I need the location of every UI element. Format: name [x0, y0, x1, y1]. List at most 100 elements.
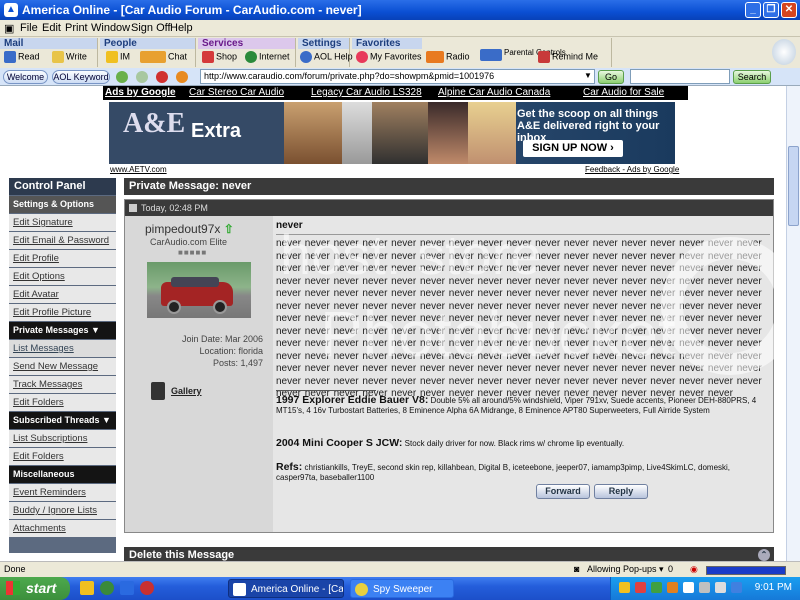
ad-link[interactable]: Alpine Car Audio Canada — [438, 87, 550, 98]
send-new-message-link[interactable]: Send New Message — [9, 358, 116, 375]
menu-icon[interactable]: ▣ — [4, 22, 14, 35]
ads-by-google-label[interactable]: Ads by Google — [105, 87, 176, 98]
track-messages-link[interactable]: Track Messages — [9, 376, 116, 393]
internet-button[interactable]: Internet — [245, 51, 290, 66]
quick-launch-ie-icon[interactable] — [100, 581, 114, 595]
restore-button[interactable]: ❐ — [763, 2, 779, 18]
edit-subscription-folders-link[interactable]: Edit Folders — [9, 448, 116, 465]
section-subscribed-threads[interactable]: Subscribed Threads ▼ — [9, 412, 116, 429]
reply-button[interactable]: Reply — [594, 484, 648, 499]
tray-icon[interactable] — [667, 582, 678, 593]
section-miscellaneous[interactable]: Miscellaneous — [9, 466, 116, 483]
username-link[interactable]: pimpedout97x ⇧ — [145, 222, 234, 236]
chevron-down-icon[interactable]: ▼ — [584, 71, 592, 80]
aol-help-button[interactable]: AOL Help — [300, 51, 353, 66]
task-label: Spy Sweeper — [373, 584, 433, 595]
read-label: Read — [18, 51, 40, 62]
ad-link[interactable]: Car Audio for Sale — [583, 87, 664, 98]
forward-button[interactable]: Forward — [536, 484, 590, 499]
tray-icon[interactable] — [699, 582, 710, 593]
address-input[interactable]: http://www.caraudio.com/forum/private.ph… — [200, 69, 595, 84]
radio-button[interactable]: Radio — [426, 51, 470, 66]
edit-signature-link[interactable]: Edit Signature — [9, 214, 116, 231]
forward-icon[interactable] — [136, 71, 148, 83]
sign-up-button[interactable]: SIGN UP NOW › — [523, 140, 623, 157]
vertical-scrollbar[interactable] — [786, 86, 800, 561]
refresh-icon[interactable] — [176, 71, 188, 83]
back-icon[interactable] — [116, 71, 128, 83]
control-panel: Control Panel Settings & Options Edit Si… — [9, 178, 116, 553]
collapse-icon[interactable]: ⌃ — [758, 549, 770, 561]
close-button[interactable]: ✕ — [781, 2, 797, 18]
search-input[interactable] — [630, 69, 730, 84]
ae-banner-ad[interactable]: A&E Extra Get the scoop on all things A&… — [109, 102, 675, 164]
quick-launch-icon[interactable] — [120, 581, 134, 595]
scrollbar-thumb[interactable] — [788, 146, 799, 226]
clock[interactable]: 9:01 PM — [755, 582, 792, 593]
list-subscriptions-link[interactable]: List Subscriptions — [9, 430, 116, 447]
edit-profile-picture-link[interactable]: Edit Profile Picture — [9, 304, 116, 321]
parental-controls-button[interactable]: Parental Controls — [480, 49, 566, 64]
quick-launch-icon[interactable] — [140, 581, 154, 595]
welcome-button[interactable]: Welcome — [3, 70, 48, 84]
gallery-link[interactable]: Gallery — [151, 382, 202, 400]
buddy-ignore-lists-link[interactable]: Buddy / Ignore Lists — [9, 502, 116, 519]
toolbar-group-label[interactable]: Mail — [0, 38, 97, 49]
remind-me-button[interactable]: Remind Me — [538, 51, 598, 66]
toolbar-group-label[interactable]: Favorites — [352, 38, 422, 49]
aol-keyword-button[interactable]: AOL Keyword — [52, 70, 110, 84]
read-mail-button[interactable]: Read — [4, 51, 40, 66]
menu-window[interactable]: Window — [91, 22, 130, 34]
toolbar-group-label[interactable]: Settings — [298, 38, 349, 49]
menu-help[interactable]: Help — [170, 22, 193, 34]
chat-button[interactable]: Chat — [140, 51, 187, 66]
toolbar-group-label[interactable]: People — [100, 38, 195, 49]
banner-photo — [372, 102, 428, 164]
edit-avatar-link[interactable]: Edit Avatar — [9, 286, 116, 303]
volume-icon[interactable] — [715, 582, 726, 593]
tray-icon[interactable] — [651, 582, 662, 593]
tray-icon[interactable] — [635, 582, 646, 593]
im-button[interactable]: IM — [106, 51, 130, 66]
minimize-button[interactable]: _ — [745, 2, 761, 18]
start-button[interactable]: start — [0, 577, 70, 600]
feedback-link[interactable]: Feedback - Ads by Google — [585, 165, 679, 174]
tray-icon[interactable] — [683, 582, 694, 593]
my-favorites-button[interactable]: My Favorites — [356, 51, 422, 66]
write-mail-button[interactable]: Write — [52, 51, 87, 66]
toolbar-group-label[interactable]: Services — [198, 38, 295, 49]
shop-button[interactable]: Shop — [202, 51, 237, 66]
taskbar-spy-sweeper[interactable]: Spy Sweeper — [350, 579, 454, 598]
menu-sign-off[interactable]: Sign Off — [131, 22, 171, 34]
aetv-link[interactable]: www.AETV.com — [110, 165, 167, 174]
message-pane: never never never never never never neve… — [273, 216, 773, 532]
gallery-label[interactable]: Gallery — [171, 386, 202, 396]
ad-link[interactable]: Car Stereo Car Audio — [189, 87, 284, 98]
menu-edit[interactable]: Edit — [42, 22, 61, 34]
section-private-messages[interactable]: Private Messages ▼ — [9, 322, 116, 339]
edit-profile-link[interactable]: Edit Profile — [9, 250, 116, 267]
username[interactable]: pimpedout97x — [145, 222, 220, 236]
popup-status[interactable]: Allowing Pop-ups ▾ — [587, 564, 664, 575]
event-reminders-link[interactable]: Event Reminders — [9, 484, 116, 501]
edit-pm-folders-link[interactable]: Edit Folders — [9, 394, 116, 411]
stop-icon[interactable] — [156, 71, 168, 83]
aol-logo-icon — [772, 39, 796, 65]
go-button[interactable]: Go — [598, 70, 624, 84]
menu-file[interactable]: File — [20, 22, 38, 34]
menu-print[interactable]: Print — [65, 22, 88, 34]
edit-email-password-link[interactable]: Edit Email & Password — [9, 232, 116, 249]
ae-brand: A&E — [123, 108, 186, 139]
section-settings[interactable]: Settings & Options — [9, 196, 116, 213]
quick-launch-aim-icon[interactable] — [80, 581, 94, 595]
taskbar-aol-window[interactable]: America Online - [Ca... — [228, 579, 344, 598]
tray-icon[interactable] — [619, 582, 630, 593]
list-messages-link[interactable]: List Messages — [9, 340, 116, 357]
network-icon[interactable] — [731, 582, 742, 593]
attachments-link[interactable]: Attachments — [9, 520, 116, 537]
user-avatar-car-photo — [147, 262, 251, 318]
search-button[interactable]: Search — [733, 70, 771, 84]
edit-options-link[interactable]: Edit Options — [9, 268, 116, 285]
status-text: Done — [4, 564, 26, 574]
ad-link[interactable]: Legacy Car Audio LS328 — [311, 87, 422, 98]
